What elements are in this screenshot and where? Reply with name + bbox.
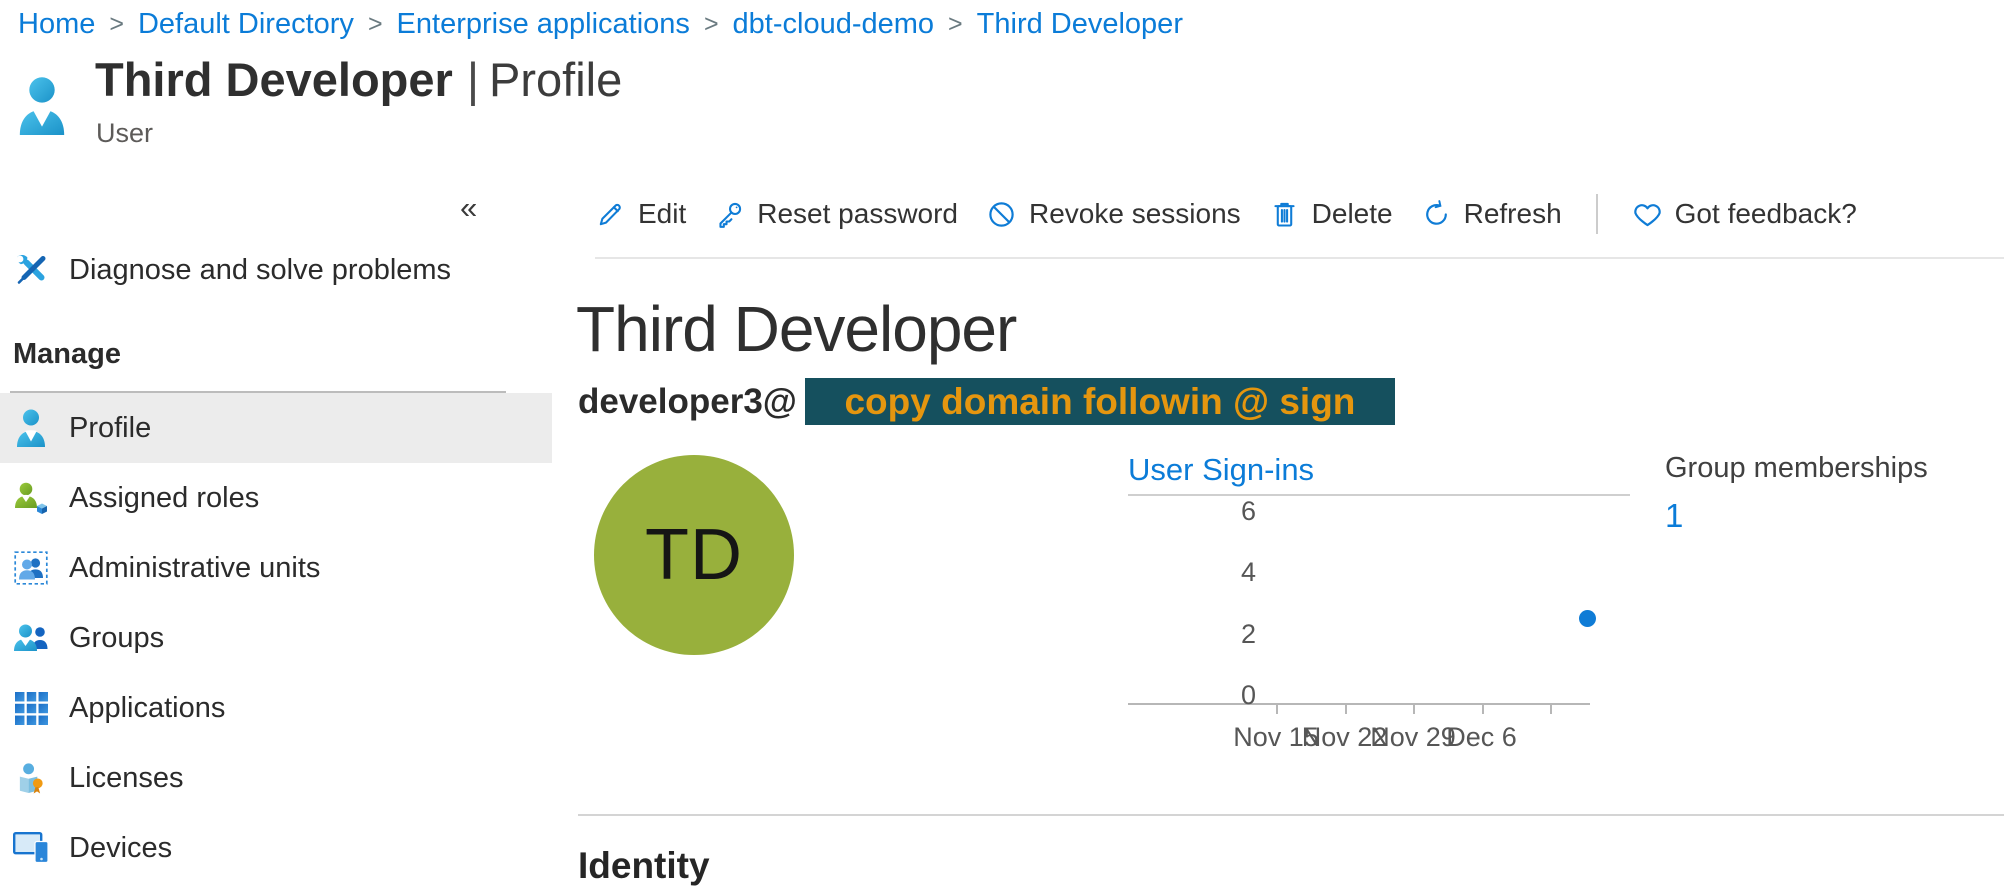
breadcrumb-home[interactable]: Home	[18, 8, 95, 41]
y-tick-label: 2	[1128, 619, 1256, 650]
user-signins-plot: 6420Nov 15Nov 22Nov 29Dec 6	[1128, 450, 1630, 780]
got-feedback-button[interactable]: Got feedback?	[1632, 198, 1857, 230]
sidebar-item-label: Devices	[69, 832, 172, 865]
sidebar-item-applications[interactable]: Applications	[0, 673, 552, 743]
x-axis-tick	[1413, 703, 1415, 714]
sidebar-item-label: Assigned roles	[69, 482, 259, 515]
breadcrumb-separator: >	[948, 10, 963, 39]
key-icon	[714, 199, 745, 230]
sidebar-item-groups[interactable]: Groups	[0, 603, 552, 673]
command-bar: Edit Reset password Revoke sessions	[595, 188, 1857, 240]
x-axis-tick	[1345, 703, 1347, 714]
toolbar-underline	[595, 257, 2004, 259]
sidebar-item-devices[interactable]: Devices	[0, 813, 552, 883]
edit-button[interactable]: Edit	[595, 198, 686, 230]
identity-section-divider	[578, 814, 2004, 816]
page-title-name: Third Developer	[95, 53, 453, 106]
sidebar-item-diagnose[interactable]: Diagnose and solve problems	[0, 235, 552, 305]
user-avatar-icon	[16, 74, 68, 138]
breadcrumb-dbt-cloud-demo[interactable]: dbt-cloud-demo	[733, 8, 935, 41]
got-feedback-label: Got feedback?	[1675, 198, 1857, 230]
y-tick-label: 6	[1128, 496, 1256, 527]
devices-icon	[12, 832, 50, 864]
admin-units-icon	[12, 551, 50, 585]
x-axis-tick	[1276, 703, 1278, 714]
redacted-domain-annotation: copy domain followin @ sign	[805, 378, 1395, 425]
sidebar-item-label: Administrative units	[69, 552, 320, 585]
object-type-label: User	[96, 118, 153, 149]
x-axis-tick	[1482, 703, 1484, 714]
group-memberships-label: Group memberships	[1665, 452, 1928, 485]
reset-password-label: Reset password	[757, 198, 958, 230]
breadcrumb-enterprise-applications[interactable]: Enterprise applications	[397, 8, 690, 41]
trash-icon	[1269, 199, 1300, 230]
sidebar-item-label: Licenses	[69, 762, 183, 795]
identity-section-heading: Identity	[578, 845, 710, 887]
refresh-icon	[1421, 199, 1452, 230]
page-title-divider: |	[467, 53, 479, 106]
delete-button[interactable]: Delete	[1269, 198, 1393, 230]
sidebar-item-label: Diagnose and solve problems	[69, 254, 451, 287]
group-memberships-block: Group memberships 1	[1665, 452, 1928, 535]
sidebar-item-label: Applications	[69, 692, 225, 725]
breadcrumb-separator: >	[368, 10, 383, 39]
sidebar-item-label: Groups	[69, 622, 164, 655]
delete-label: Delete	[1312, 198, 1393, 230]
block-icon	[986, 199, 1017, 230]
refresh-label: Refresh	[1464, 198, 1562, 230]
diagnose-icon	[12, 253, 50, 287]
x-tick-label: Dec 6	[1417, 722, 1547, 753]
sidebar-collapse-button[interactable]: «	[460, 192, 477, 223]
redaction-note: copy domain followin @ sign	[844, 381, 1355, 423]
email-prefix: developer3@	[578, 382, 797, 422]
breadcrumb: Home > Default Directory > Enterprise ap…	[18, 8, 1183, 41]
avatar-initials: TD	[645, 514, 743, 596]
heart-icon	[1632, 199, 1663, 230]
user-principal-name-row: developer3@ copy domain followin @ sign	[578, 378, 1395, 425]
pencil-icon	[595, 199, 626, 230]
refresh-button[interactable]: Refresh	[1421, 198, 1562, 230]
sidebar-item-assigned-roles[interactable]: Assigned roles	[0, 463, 552, 533]
revoke-sessions-label: Revoke sessions	[1029, 198, 1241, 230]
sidebar-item-profile[interactable]: Profile	[0, 393, 552, 463]
groups-icon	[12, 622, 50, 654]
sidebar-item-licenses[interactable]: Licenses	[0, 743, 552, 813]
applications-grid-icon	[12, 692, 50, 725]
user-signins-chart: User Sign-ins 6420Nov 15Nov 22Nov 29Dec …	[1128, 450, 1630, 780]
x-axis-tick	[1550, 703, 1552, 714]
reset-password-button[interactable]: Reset password	[714, 198, 958, 230]
avatar: TD	[594, 455, 794, 655]
page-title-section: Profile	[489, 53, 622, 106]
breadcrumb-third-developer[interactable]: Third Developer	[977, 8, 1183, 41]
y-tick-label: 4	[1128, 557, 1256, 588]
sidebar-item-administrative-units[interactable]: Administrative units	[0, 533, 552, 603]
y-tick-label: 0	[1128, 680, 1256, 711]
edit-label: Edit	[638, 198, 686, 230]
sidebar-item-label: Profile	[69, 412, 151, 445]
person-icon	[12, 408, 50, 448]
revoke-sessions-button[interactable]: Revoke sessions	[986, 198, 1241, 230]
user-display-name: Third Developer	[576, 292, 1016, 366]
page-title: Third Developer |Profile	[95, 52, 622, 107]
sidebar: « Diagnose and solve problems Manage Pro…	[0, 150, 552, 884]
group-memberships-count-link[interactable]: 1	[1665, 497, 1683, 535]
assigned-roles-icon	[12, 481, 50, 515]
breadcrumb-default-directory[interactable]: Default Directory	[138, 8, 354, 41]
breadcrumb-separator: >	[109, 10, 124, 39]
toolbar-divider	[1596, 194, 1598, 234]
signin-data-point	[1579, 610, 1596, 627]
breadcrumb-separator: >	[704, 10, 719, 39]
licenses-icon	[12, 762, 50, 795]
sidebar-section-heading: Manage	[13, 338, 121, 371]
